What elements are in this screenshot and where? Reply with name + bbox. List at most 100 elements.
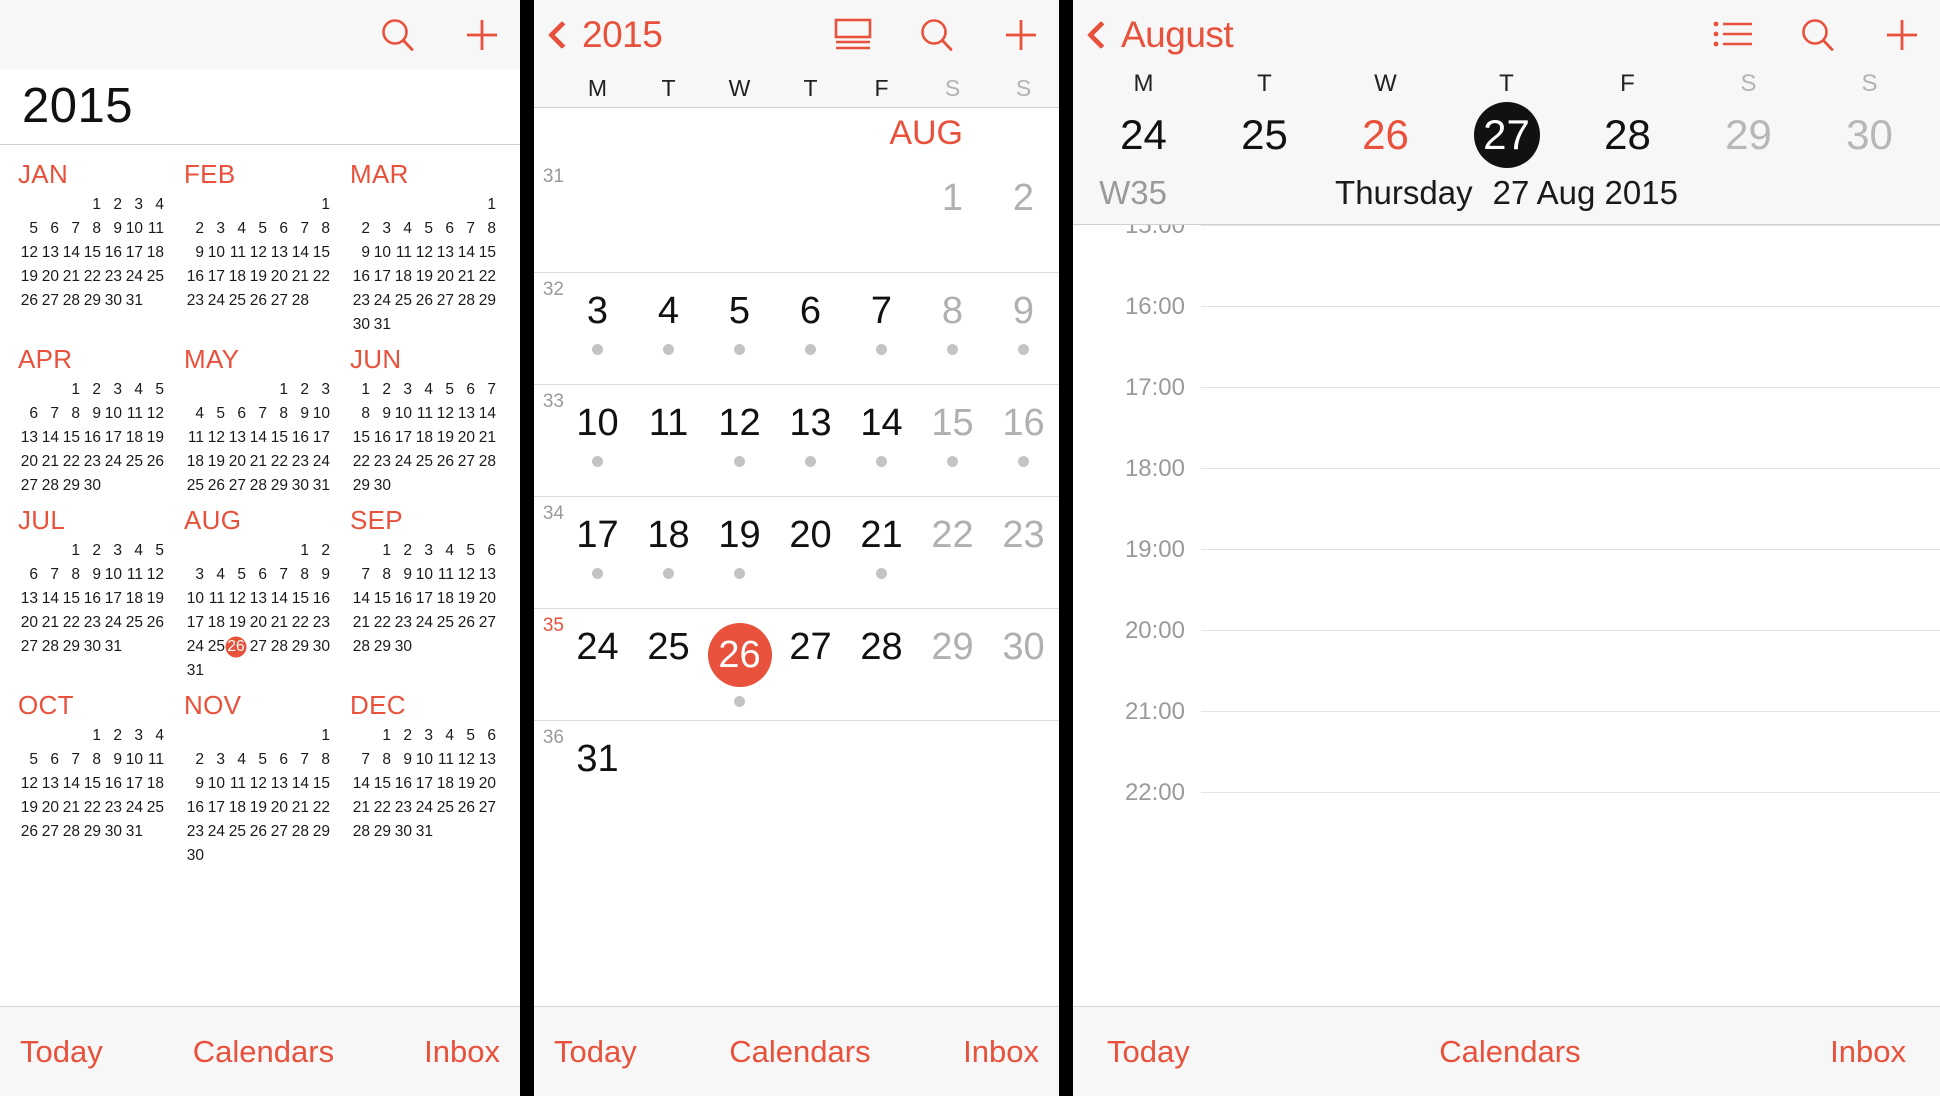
mini-day[interactable]: 9 — [310, 564, 330, 586]
mini-day[interactable]: 27 — [39, 821, 59, 843]
day-cell[interactable]: 4 — [633, 273, 704, 384]
day-cell[interactable]: 5 — [704, 273, 775, 384]
mini-day[interactable]: 17 — [205, 797, 225, 819]
mini-day[interactable]: 31 — [123, 290, 143, 312]
mini-day[interactable]: 19 — [247, 266, 267, 288]
hour-row[interactable]: 16:00 — [1073, 293, 1940, 387]
mini-day[interactable]: 20 — [476, 773, 496, 795]
mini-day[interactable]: 14 — [60, 773, 80, 795]
mini-day[interactable]: 11 — [123, 403, 143, 425]
inbox-button[interactable]: Inbox — [1830, 1034, 1906, 1070]
mini-day[interactable]: 12 — [455, 749, 475, 771]
mini-day[interactable]: 28 — [350, 636, 370, 658]
mini-day[interactable]: 5 — [434, 379, 454, 401]
mini-day[interactable]: 15 — [81, 773, 101, 795]
mini-day[interactable]: 4 — [123, 540, 143, 562]
mini-day[interactable]: 3 — [205, 218, 225, 240]
mini-day[interactable]: 1 — [81, 194, 101, 216]
mini-day[interactable]: 22 — [60, 612, 80, 634]
mini-day[interactable]: 5 — [455, 725, 475, 747]
mini-day[interactable]: 27 — [268, 290, 288, 312]
mini-day[interactable]: 11 — [205, 588, 225, 610]
day-cell[interactable]: 13 — [775, 385, 846, 496]
mini-day[interactable]: 6 — [268, 218, 288, 240]
mini-day[interactable]: 19 — [455, 773, 475, 795]
mini-day[interactable]: 2 — [350, 218, 370, 240]
mini-day[interactable]: 20 — [39, 797, 59, 819]
mini-day[interactable]: 13 — [247, 588, 267, 610]
mini-day[interactable]: 25 — [226, 290, 246, 312]
mini-day[interactable]: 22 — [476, 266, 496, 288]
mini-day[interactable]: 21 — [350, 797, 370, 819]
plus-icon[interactable] — [462, 15, 502, 55]
mini-day[interactable]: 27 — [18, 636, 38, 658]
mini-day[interactable]: 23 — [102, 266, 122, 288]
mini-day[interactable]: 6 — [226, 403, 246, 425]
mini-day[interactable]: 21 — [268, 612, 288, 634]
mini-day[interactable]: 28 — [39, 636, 59, 658]
mini-day[interactable]: 9 — [289, 403, 309, 425]
mini-day[interactable]: 11 — [226, 773, 246, 795]
day-cell[interactable]: 19 — [704, 497, 775, 608]
mini-day[interactable]: 30 — [81, 636, 101, 658]
mini-day[interactable]: 23 — [102, 797, 122, 819]
mini-day[interactable]: 11 — [434, 564, 454, 586]
mini-day[interactable]: 2 — [310, 540, 330, 562]
mini-day[interactable]: 18 — [144, 773, 164, 795]
mini-day[interactable]: 8 — [371, 749, 391, 771]
mini-day[interactable]: 25 — [184, 475, 204, 497]
mini-day[interactable]: 19 — [413, 266, 433, 288]
day-cell[interactable]: 14 — [846, 385, 917, 496]
mini-day[interactable]: 24 — [205, 821, 225, 843]
mini-day[interactable]: 26 — [205, 475, 225, 497]
mini-month-oct[interactable]: OCT0001234567891011121314151617181920212… — [0, 682, 166, 867]
mini-day[interactable]: 17 — [371, 266, 391, 288]
day-cell[interactable]: 23 — [988, 497, 1059, 608]
mini-day[interactable]: 2 — [102, 725, 122, 747]
mini-day[interactable]: 1 — [60, 540, 80, 562]
mini-day[interactable]: 4 — [123, 379, 143, 401]
mini-day[interactable]: 2 — [81, 379, 101, 401]
mini-day[interactable]: 4 — [226, 218, 246, 240]
week-day-cell[interactable]: 29 — [1688, 104, 1809, 166]
mini-day[interactable]: 1 — [268, 379, 288, 401]
mini-day[interactable]: 9 — [392, 749, 412, 771]
mini-day[interactable]: 19 — [144, 427, 164, 449]
mini-day[interactable]: 18 — [226, 797, 246, 819]
mini-day[interactable]: 15 — [310, 242, 330, 264]
mini-day[interactable]: 1 — [371, 725, 391, 747]
day-cell[interactable]: 30 — [988, 609, 1059, 720]
mini-day[interactable]: 9 — [350, 242, 370, 264]
mini-day[interactable]: 1 — [289, 540, 309, 562]
mini-day[interactable]: 2 — [184, 749, 204, 771]
mini-day[interactable]: 2 — [81, 540, 101, 562]
mini-day[interactable]: 1 — [350, 379, 370, 401]
mini-day[interactable]: 5 — [455, 540, 475, 562]
mini-day[interactable]: 19 — [144, 588, 164, 610]
mini-day[interactable]: 29 — [476, 290, 496, 312]
mini-day[interactable]: 13 — [476, 564, 496, 586]
mini-day[interactable]: 8 — [60, 564, 80, 586]
day-cell[interactable] — [917, 721, 988, 832]
mini-day[interactable]: 16 — [350, 266, 370, 288]
mini-day[interactable]: 23 — [310, 612, 330, 634]
day-cell[interactable]: 16 — [988, 385, 1059, 496]
mini-day[interactable]: 31 — [102, 636, 122, 658]
mini-day[interactable]: 26 — [247, 290, 267, 312]
mini-day[interactable]: 24 — [123, 797, 143, 819]
mini-day[interactable]: 12 — [144, 564, 164, 586]
day-cell[interactable] — [633, 721, 704, 832]
mini-day[interactable]: 3 — [310, 379, 330, 401]
mini-day[interactable]: 23 — [81, 612, 101, 634]
mini-day[interactable]: 13 — [18, 588, 38, 610]
mini-day[interactable]: 25 — [434, 612, 454, 634]
mini-day[interactable]: 25 — [144, 797, 164, 819]
mini-day[interactable]: 30 — [289, 475, 309, 497]
mini-day[interactable]: 23 — [289, 451, 309, 473]
day-cell[interactable]: 8 — [917, 273, 988, 384]
mini-day[interactable]: 30 — [310, 636, 330, 658]
day-cell[interactable]: 26 — [704, 609, 775, 720]
day-cell[interactable]: 25 — [633, 609, 704, 720]
mini-day[interactable]: 24 — [392, 451, 412, 473]
mini-day[interactable]: 7 — [60, 218, 80, 240]
